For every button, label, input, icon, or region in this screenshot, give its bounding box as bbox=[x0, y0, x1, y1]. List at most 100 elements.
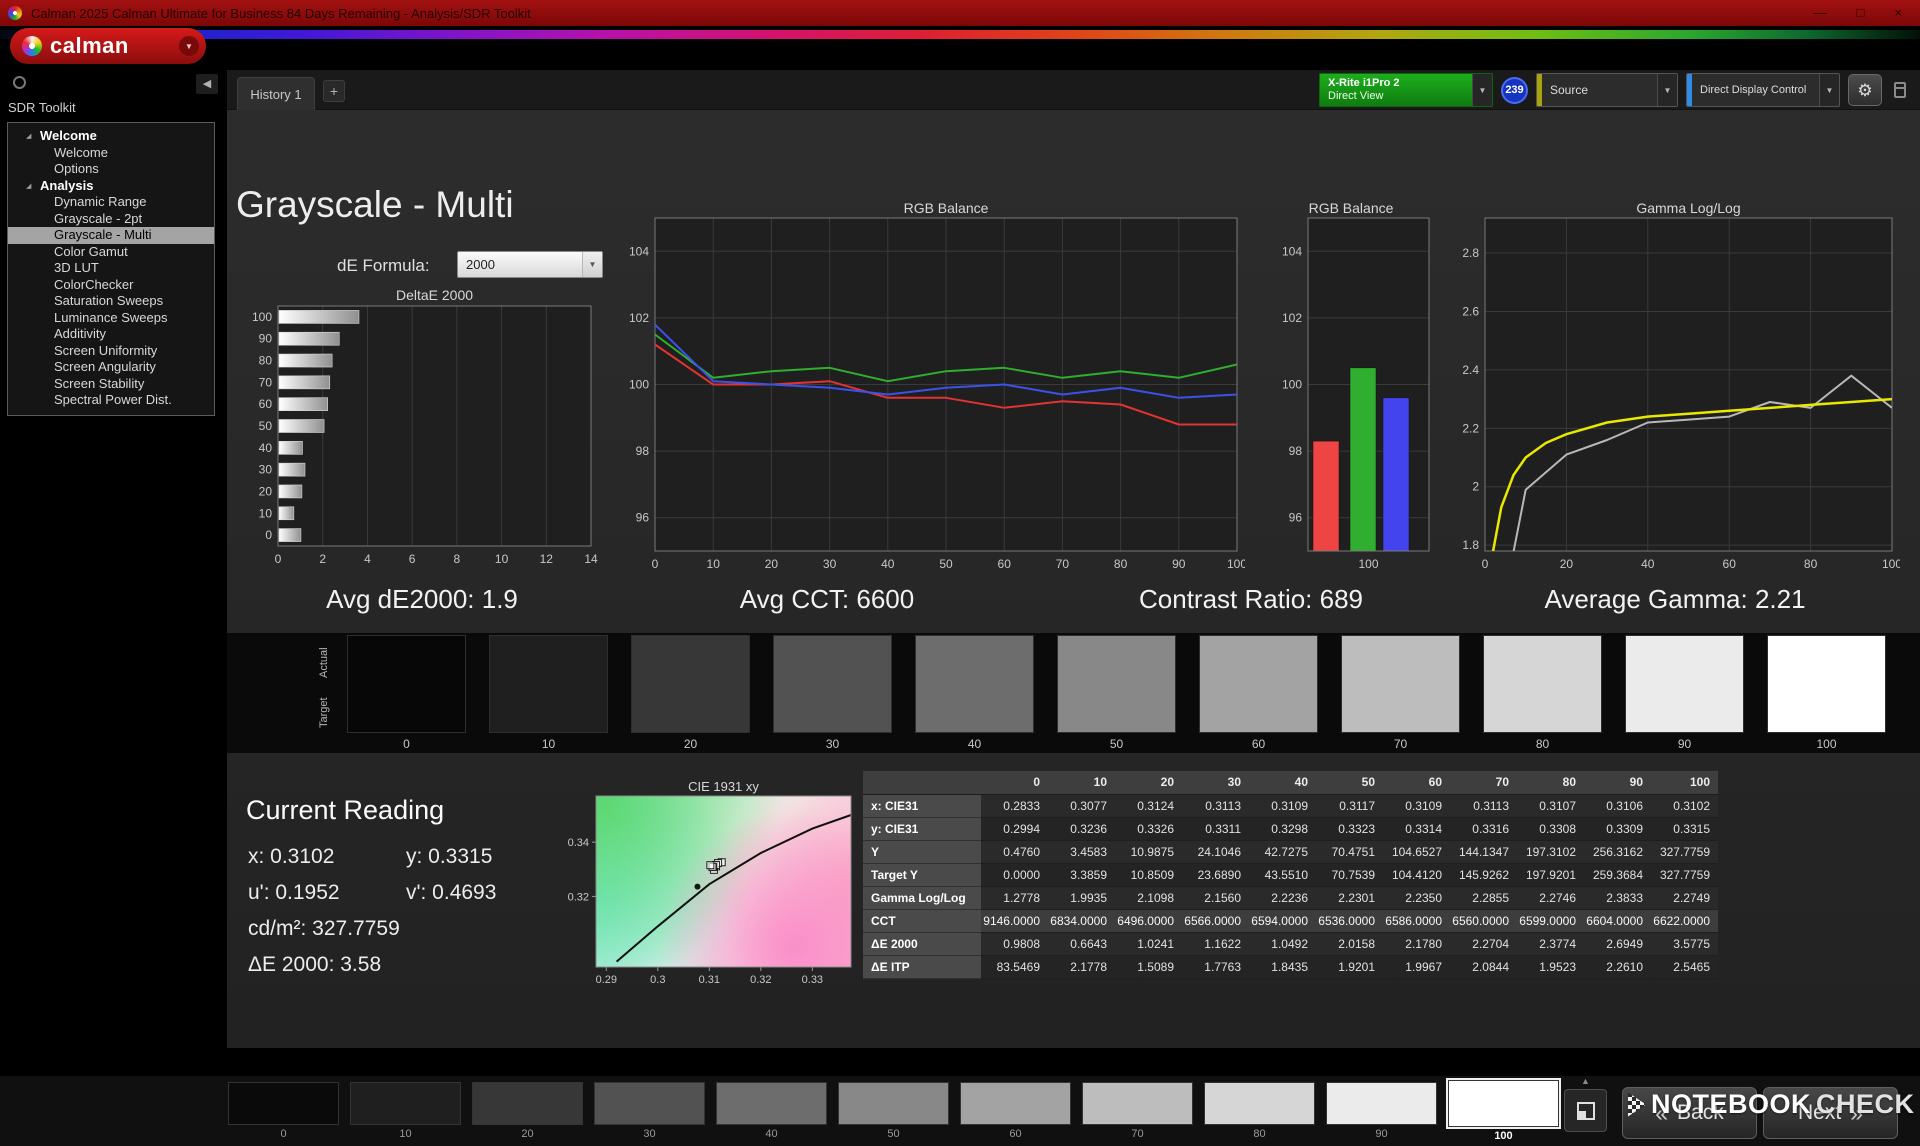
svg-text:2.8: 2.8 bbox=[1462, 246, 1479, 260]
patch-100[interactable] bbox=[1448, 1080, 1559, 1127]
sidebar-collapse-button[interactable]: ◀ bbox=[196, 74, 218, 94]
patch-80[interactable] bbox=[1204, 1082, 1315, 1125]
table-cell: 0.3311 bbox=[1182, 817, 1249, 840]
next-button[interactable]: Next » bbox=[1763, 1087, 1898, 1139]
patch-70[interactable] bbox=[1082, 1082, 1193, 1125]
patch-10[interactable] bbox=[350, 1082, 461, 1125]
table-cell: 259.3684 bbox=[1584, 863, 1651, 886]
table-cell: 2.0844 bbox=[1450, 955, 1517, 978]
logo-dropdown-button[interactable]: ▼ bbox=[179, 36, 199, 56]
display-control-dropdown[interactable]: Direct Display Control ▼ bbox=[1686, 73, 1840, 107]
sidebar-item-welcome[interactable]: Welcome bbox=[8, 145, 214, 162]
tab-label: History 1 bbox=[250, 87, 301, 102]
sidebar-item-label: Spectral Power Dist. bbox=[54, 392, 172, 407]
deltae-chart-svg: 024681012141009080706050403020100 bbox=[236, 302, 599, 570]
patch-90[interactable] bbox=[1326, 1082, 1437, 1125]
table-cell: 6834.0000 bbox=[1048, 909, 1115, 932]
de-formula-select[interactable]: 2000 ▼ bbox=[457, 251, 603, 278]
patch-level-label: 70 bbox=[1082, 1128, 1193, 1140]
sidebar-item-colorchecker[interactable]: ColorChecker bbox=[8, 277, 214, 294]
sidebar-item-color-gamut[interactable]: Color Gamut bbox=[8, 244, 214, 261]
table-cell: 6586.0000 bbox=[1383, 909, 1450, 932]
table-row-label: x: CIE31 bbox=[863, 794, 981, 817]
table-col-header: 90 bbox=[1584, 771, 1651, 794]
patch-cell-80: 80 bbox=[1204, 1082, 1315, 1142]
patch-window-button[interactable] bbox=[1564, 1089, 1607, 1132]
table-cell: 0.3113 bbox=[1450, 794, 1517, 817]
sidebar-item-3d-lut[interactable]: 3D LUT bbox=[8, 260, 214, 277]
swatch-cell-80: 80 bbox=[1483, 635, 1602, 751]
sidebar-item-luminance-sweeps[interactable]: Luminance Sweeps bbox=[8, 310, 214, 327]
sidebar-item-additivity[interactable]: Additivity bbox=[8, 326, 214, 343]
calman-logo[interactable]: calman ▼ bbox=[10, 28, 206, 64]
svg-text:2.6: 2.6 bbox=[1462, 304, 1479, 318]
caret-up-icon[interactable]: ▲ bbox=[1564, 1076, 1607, 1086]
meter-dropdown[interactable]: X-Rite i1Pro 2 Direct View ▼ bbox=[1319, 73, 1493, 107]
patch-level-label: 60 bbox=[960, 1128, 1071, 1140]
sidebar-item-screen-stability[interactable]: Screen Stability bbox=[8, 376, 214, 393]
swatch-level-label: 60 bbox=[1199, 737, 1318, 751]
grayscale-swatch-100 bbox=[1767, 635, 1886, 733]
sidebar-item-screen-uniformity[interactable]: Screen Uniformity bbox=[8, 343, 214, 360]
settings-button[interactable]: ⚙ bbox=[1848, 74, 1882, 106]
table-cell: 256.3162 bbox=[1584, 840, 1651, 863]
table-cell: 2.2704 bbox=[1450, 932, 1517, 955]
table-cell: 0.3106 bbox=[1584, 794, 1651, 817]
balance-bar-green bbox=[1350, 368, 1376, 551]
sidebar-item-dynamic-range[interactable]: Dynamic Range bbox=[8, 194, 214, 211]
sidebar-item-label: Options bbox=[54, 161, 99, 176]
svg-text:80: 80 bbox=[1804, 557, 1818, 571]
sidebar-item-options[interactable]: Options bbox=[8, 161, 214, 178]
minimize-button[interactable]: — bbox=[1814, 0, 1827, 26]
tab-history-1[interactable]: History 1 bbox=[237, 77, 315, 110]
sidebar-item-screen-angularity[interactable]: Screen Angularity bbox=[8, 359, 214, 376]
swatch-level-label: 50 bbox=[1057, 737, 1176, 751]
close-button[interactable]: × bbox=[1894, 0, 1902, 26]
tree-expander-icon[interactable]: ◢ bbox=[26, 179, 40, 196]
table-cell: 2.2350 bbox=[1383, 886, 1450, 909]
tree-expander-icon[interactable]: ◢ bbox=[26, 129, 40, 146]
maximize-button[interactable]: □ bbox=[1857, 0, 1865, 26]
source-dropdown[interactable]: Source ▼ bbox=[1536, 73, 1678, 107]
patch-40[interactable] bbox=[716, 1082, 827, 1125]
grayscale-swatch-40 bbox=[915, 635, 1034, 733]
sidebar-item-saturation-sweeps[interactable]: Saturation Sweeps bbox=[8, 293, 214, 310]
reading-de2000: ΔE 2000: 3.58 bbox=[248, 953, 381, 976]
table-col-header: 50 bbox=[1316, 771, 1383, 794]
patch-30[interactable] bbox=[594, 1082, 705, 1125]
actual-axis-label: Actual bbox=[318, 641, 330, 685]
table-row-label: y: CIE31 bbox=[863, 817, 981, 840]
patch-0[interactable] bbox=[228, 1082, 339, 1125]
patch-60[interactable] bbox=[960, 1082, 1071, 1125]
display-control-label: Direct Display Control bbox=[1692, 74, 1819, 106]
table-cell: 197.9201 bbox=[1517, 863, 1584, 886]
target-icon[interactable] bbox=[13, 76, 26, 89]
sidebar-item-analysis[interactable]: ◢Analysis bbox=[8, 178, 214, 195]
table-col-header: 0 bbox=[981, 771, 1048, 794]
sidebar-item-grayscale-multi[interactable]: Grayscale - Multi bbox=[8, 227, 214, 244]
table-cell: 327.7759 bbox=[1651, 863, 1718, 886]
back-button[interactable]: « Back bbox=[1622, 1087, 1757, 1139]
sidebar-item-label: Grayscale - Multi bbox=[54, 227, 152, 242]
table-cell: 2.2855 bbox=[1450, 886, 1517, 909]
patch-level-label: 0 bbox=[228, 1128, 339, 1140]
panel-toggle-button[interactable] bbox=[1890, 74, 1910, 106]
reading-x: x: 0.3102 bbox=[248, 845, 406, 869]
patch-20[interactable] bbox=[472, 1082, 583, 1125]
patch-50[interactable] bbox=[838, 1082, 949, 1125]
svg-text:104: 104 bbox=[1282, 244, 1302, 258]
svg-text:2: 2 bbox=[319, 552, 326, 566]
top-controls: X-Rite i1Pro 2 Direct View ▼ 239 Source … bbox=[1319, 73, 1910, 107]
svg-text:60: 60 bbox=[1723, 557, 1737, 571]
patch-cell-70: 70 bbox=[1082, 1082, 1193, 1142]
add-tab-button[interactable]: + bbox=[323, 80, 345, 102]
table-cell: 1.9523 bbox=[1517, 955, 1584, 978]
toolkit-title: SDR Toolkit bbox=[8, 100, 76, 115]
sidebar-item-spectral-power-dist[interactable]: Spectral Power Dist. bbox=[8, 392, 214, 409]
chevron-right-icon: » bbox=[1850, 1102, 1863, 1125]
table-cell: 2.3833 bbox=[1584, 886, 1651, 909]
table-cell: 0.0000 bbox=[981, 863, 1048, 886]
sidebar-item-grayscale-2pt[interactable]: Grayscale - 2pt bbox=[8, 211, 214, 228]
sidebar: ◀ SDR Toolkit ◢WelcomeWelcomeOptions ◢Ana… bbox=[0, 70, 227, 1146]
sidebar-item-welcome[interactable]: ◢Welcome bbox=[8, 128, 214, 145]
